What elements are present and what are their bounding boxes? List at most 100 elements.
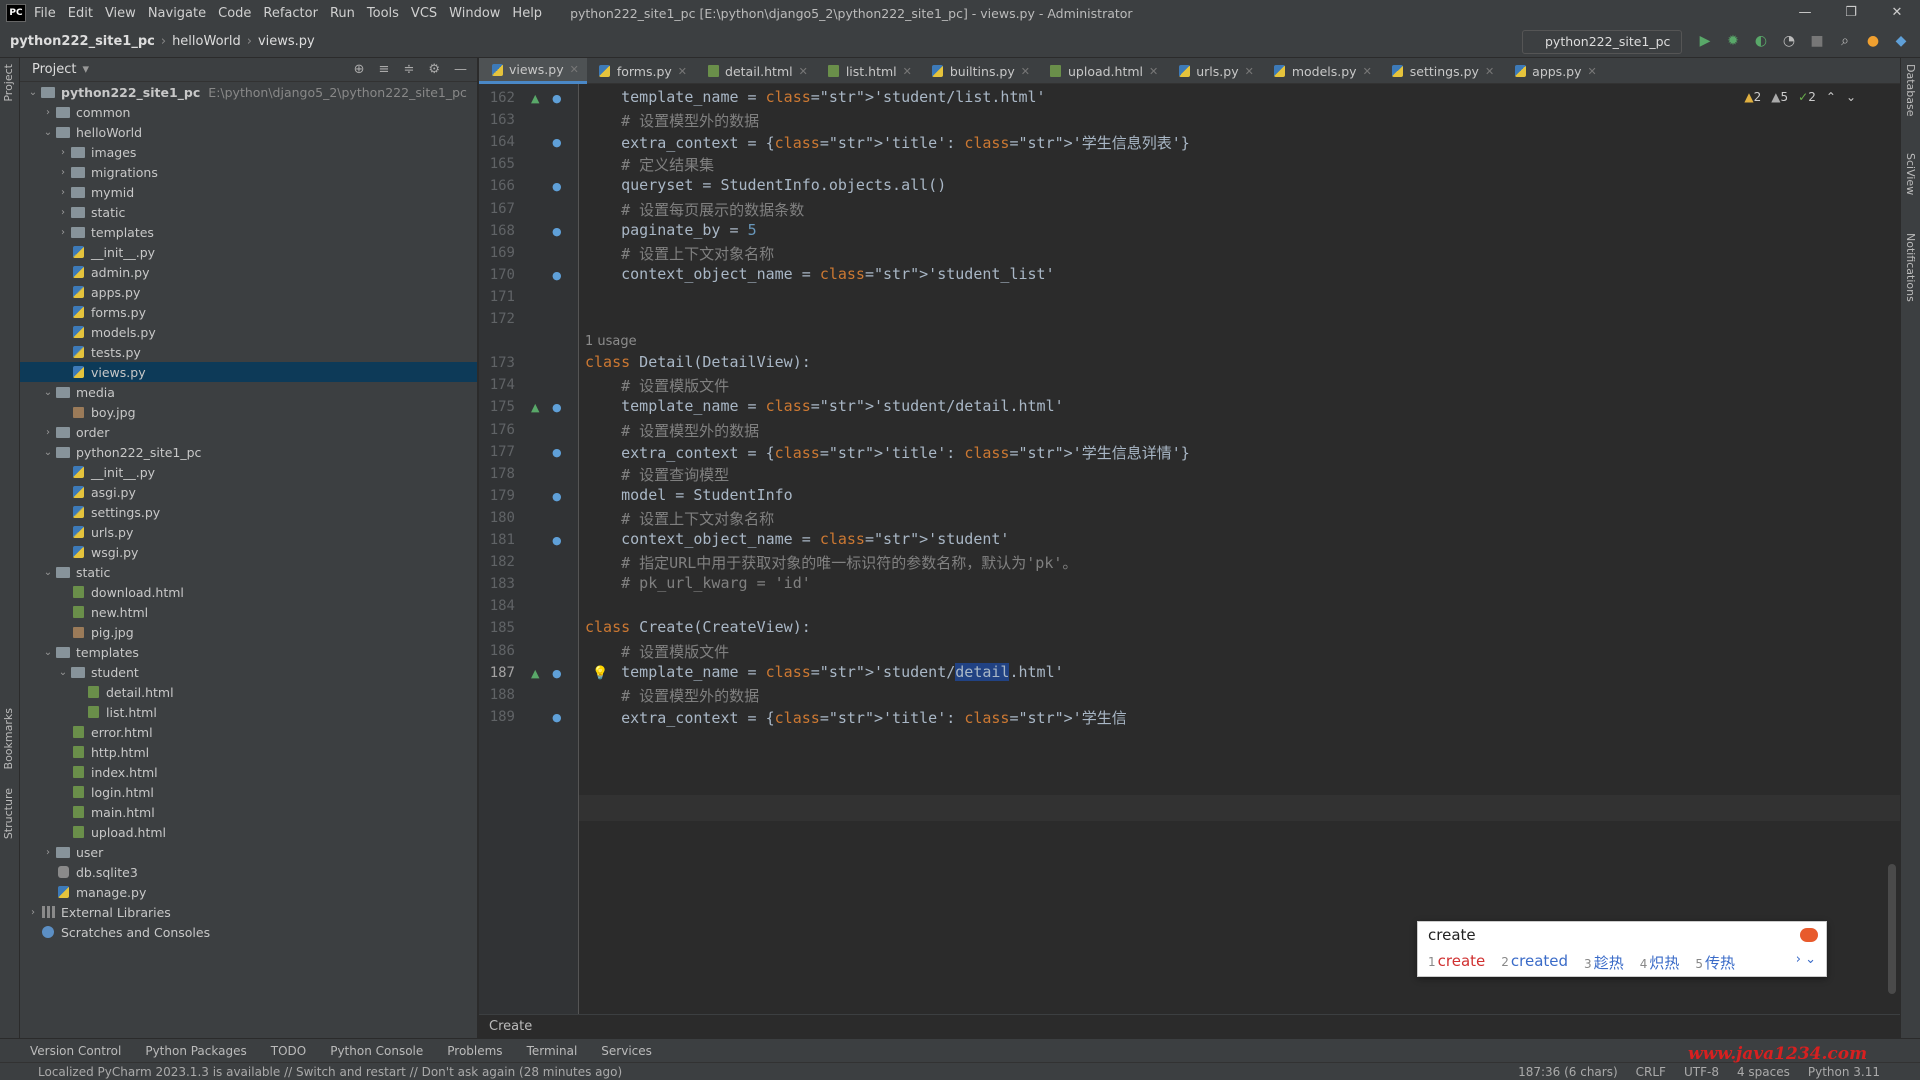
minimize-button[interactable]: —: [1782, 0, 1828, 26]
structure-tool-button[interactable]: Structure: [2, 788, 15, 839]
ime-candidate-1[interactable]: 1 create: [1428, 952, 1485, 973]
menu-item-vcs[interactable]: VCS: [411, 6, 437, 21]
breadcrumb-folder[interactable]: helloWorld: [172, 34, 241, 49]
chevron-up-icon[interactable]: ⌃: [1826, 90, 1836, 104]
tree-item[interactable]: › External Libraries: [20, 902, 477, 922]
tree-item[interactable]: ⌄ python222_site1_pc: [20, 442, 477, 462]
coverage-icon[interactable]: ◐: [1752, 30, 1770, 52]
toolwindow-python-console[interactable]: Python Console: [330, 1044, 423, 1058]
chevron-right-icon[interactable]: ›: [41, 107, 55, 118]
tree-item[interactable]: › mymid: [20, 182, 477, 202]
tree-item[interactable]: Scratches and Consoles: [20, 922, 477, 942]
ime-candidate-2[interactable]: 2 created: [1501, 952, 1568, 973]
tree-item[interactable]: ⌄ python222_site1_pc E:\python\django5_2\p…: [20, 82, 477, 102]
tree-item[interactable]: __init__.py: [20, 462, 477, 482]
tree-item[interactable]: › static: [20, 202, 477, 222]
menu-item-view[interactable]: View: [105, 6, 136, 21]
tab-apps-py[interactable]: apps.py ✕: [1502, 58, 1605, 84]
close-icon[interactable]: ✕: [1245, 65, 1254, 78]
project-view-select[interactable]: Project: [32, 62, 76, 77]
file-encoding[interactable]: UTF-8: [1684, 1065, 1719, 1079]
toolwindow-problems[interactable]: Problems: [447, 1044, 502, 1058]
chevron-down-icon[interactable]: ⌄: [56, 667, 70, 678]
tree-item[interactable]: › order: [20, 422, 477, 442]
tree-item[interactable]: new.html: [20, 602, 477, 622]
chevron-down-icon[interactable]: ⌄: [26, 87, 40, 98]
ime-candidate-3[interactable]: 3 趁热: [1584, 952, 1624, 973]
hide-icon[interactable]: —: [454, 62, 467, 77]
bookmarks-tool-button[interactable]: Bookmarks: [2, 708, 15, 769]
implement-icon[interactable]: ●: [552, 401, 562, 414]
menu-item-code[interactable]: Code: [218, 6, 251, 21]
implement-icon[interactable]: ●: [552, 446, 562, 459]
close-icon[interactable]: ✕: [1021, 65, 1030, 78]
toolwindow-terminal[interactable]: Terminal: [527, 1044, 578, 1058]
tree-item[interactable]: db.sqlite3: [20, 862, 477, 882]
tab-views-py[interactable]: views.py ✕: [479, 58, 587, 84]
run-icon[interactable]: ▶: [1696, 30, 1714, 52]
tab-builtins-py[interactable]: builtins.py ✕: [920, 58, 1038, 84]
tab-urls-py[interactable]: urls.py ✕: [1166, 58, 1262, 84]
tree-item[interactable]: http.html: [20, 742, 477, 762]
tree-item[interactable]: list.html: [20, 702, 477, 722]
implement-icon[interactable]: ●: [552, 534, 562, 547]
tab-detail-html[interactable]: detail.html ✕: [695, 58, 816, 84]
tab-list-html[interactable]: list.html ✕: [816, 58, 920, 84]
toolwindow-version-control[interactable]: Version Control: [30, 1044, 121, 1058]
chevron-down-icon[interactable]: ⌄: [41, 447, 55, 458]
implement-icon[interactable]: ●: [552, 490, 562, 503]
tree-item[interactable]: › user: [20, 842, 477, 862]
breadcrumb-file[interactable]: views.py: [258, 34, 315, 49]
tree-item[interactable]: login.html: [20, 782, 477, 802]
tree-item[interactable]: main.html: [20, 802, 477, 822]
close-button[interactable]: ✕: [1874, 0, 1920, 26]
close-icon[interactable]: ✕: [799, 65, 808, 78]
chevron-right-icon[interactable]: ›: [26, 907, 40, 918]
chevron-right-icon[interactable]: ›: [41, 427, 55, 438]
sciview-tool-button[interactable]: SciView: [1904, 153, 1917, 195]
implement-icon[interactable]: ●: [552, 711, 562, 724]
menu-item-edit[interactable]: Edit: [68, 6, 93, 21]
tree-item[interactable]: views.py: [20, 362, 477, 382]
collapse-all-icon[interactable]: ≑: [403, 62, 414, 77]
implement-icon[interactable]: ●: [552, 667, 562, 680]
tree-item[interactable]: asgi.py: [20, 482, 477, 502]
tree-item[interactable]: index.html: [20, 762, 477, 782]
chevron-right-icon[interactable]: ›: [56, 147, 70, 158]
editor-breadcrumb[interactable]: Create: [479, 1014, 1900, 1038]
tree-item[interactable]: › migrations: [20, 162, 477, 182]
restore-button[interactable]: ❐: [1828, 0, 1874, 26]
tree-item[interactable]: admin.py: [20, 262, 477, 282]
tree-item[interactable]: settings.py: [20, 502, 477, 522]
tree-item[interactable]: › images: [20, 142, 477, 162]
chevron-right-icon[interactable]: ›: [56, 207, 70, 218]
tree-item[interactable]: upload.html: [20, 822, 477, 842]
chevron-down-icon[interactable]: ⌄: [41, 127, 55, 138]
locate-icon[interactable]: ⊕: [354, 62, 365, 77]
chevron-right-icon[interactable]: ›: [41, 847, 55, 858]
menu-item-help[interactable]: Help: [512, 6, 542, 21]
debug-icon[interactable]: ✹: [1724, 30, 1742, 52]
tree-item[interactable]: apps.py: [20, 282, 477, 302]
profile-icon[interactable]: ◔: [1780, 30, 1798, 52]
menu-item-window[interactable]: Window: [449, 6, 500, 21]
implement-icon[interactable]: ●: [552, 225, 562, 238]
menu-item-tools[interactable]: Tools: [367, 6, 399, 21]
tab-upload-html[interactable]: upload.html ✕: [1038, 58, 1166, 84]
tree-item[interactable]: ⌄ templates: [20, 642, 477, 662]
database-tool-button[interactable]: Database: [1904, 64, 1917, 117]
toolwindow-todo[interactable]: TODO: [271, 1044, 306, 1058]
close-icon[interactable]: ✕: [1149, 65, 1158, 78]
inspection-widget[interactable]: ▲2 ▲5 ✓2 ⌃ ⌄: [1744, 90, 1856, 104]
implement-icon[interactable]: ●: [552, 269, 562, 282]
tree-item[interactable]: tests.py: [20, 342, 477, 362]
chevron-down-icon[interactable]: ▾: [82, 62, 89, 77]
line-separator[interactable]: CRLF: [1636, 1065, 1666, 1079]
tree-item[interactable]: pig.jpg: [20, 622, 477, 642]
tree-item[interactable]: urls.py: [20, 522, 477, 542]
tree-item[interactable]: error.html: [20, 722, 477, 742]
tree-item[interactable]: __init__.py: [20, 242, 477, 262]
override-icon[interactable]: ▲: [531, 401, 539, 414]
gear-icon[interactable]: ⚙: [428, 62, 440, 77]
indent-setting[interactable]: 4 spaces: [1737, 1065, 1790, 1079]
